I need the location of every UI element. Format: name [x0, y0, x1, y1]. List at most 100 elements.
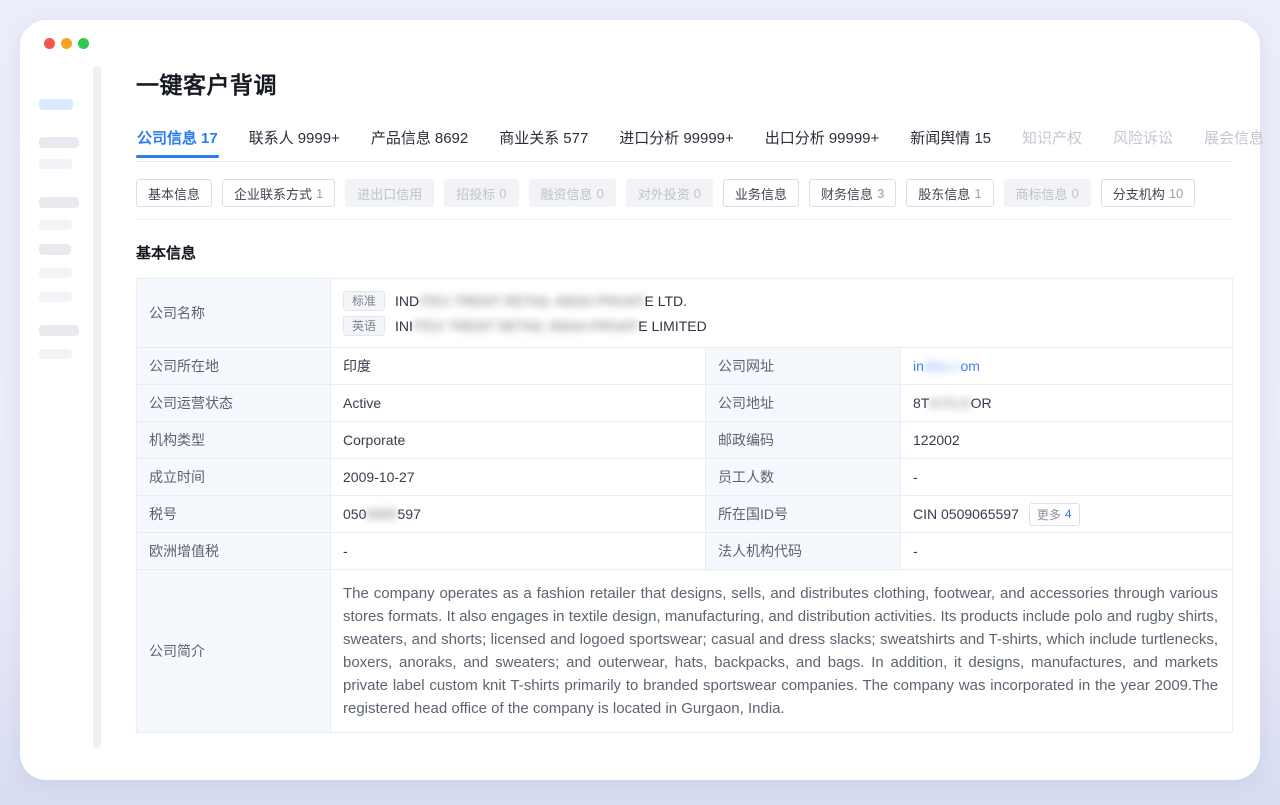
- redacted-text: diax.c: [924, 358, 961, 374]
- company-name-text: INDITEX TRENT RETAIL INDIA PRIVATE LTD.: [395, 293, 687, 309]
- sidebar-item-placeholder: [39, 268, 72, 278]
- sidebar-item-placeholder: [39, 349, 72, 359]
- table-row: 公司运营状态 Active 公司地址 8TH FLOOR: [137, 385, 1233, 422]
- main-content: 一键客户背调 公司信息17 联系人9999+ 产品信息8692 商业关系577 …: [136, 20, 1232, 733]
- tab-label: 出口分析: [765, 130, 825, 147]
- tab-count: 577: [563, 130, 588, 147]
- tab-exhibition-info: 展会信息: [1203, 127, 1265, 161]
- chip-label: 股东信息: [918, 184, 970, 203]
- chip-label: 基本信息: [148, 184, 200, 203]
- tab-label: 风险诉讼: [1113, 130, 1173, 147]
- chip-count: 0: [597, 186, 604, 201]
- chip-label: 进出口信用: [357, 184, 422, 203]
- sidebar-divider: [93, 66, 101, 748]
- tab-contacts[interactable]: 联系人9999+: [248, 127, 341, 161]
- value-founded-date: 2009-10-27: [331, 459, 706, 496]
- value-lei-code: -: [901, 533, 1233, 570]
- company-name-english: 英语 INIITEX TRENT RETAIL INDIA PRIVATE LI…: [343, 313, 1220, 338]
- chip-label: 商标信息: [1016, 184, 1068, 203]
- row-label-operating-status: 公司运营状态: [137, 385, 331, 422]
- tab-count: 99999+: [683, 130, 733, 147]
- table-row: 税号 0509065597 所在国ID号 CIN 0509065597更多4: [137, 496, 1233, 533]
- table-row: 欧洲增值税 - 法人机构代码 -: [137, 533, 1233, 570]
- row-label-employee-count: 员工人数: [706, 459, 901, 496]
- chip-label: 对外投资: [638, 184, 690, 203]
- value-eu-vat: -: [331, 533, 706, 570]
- chip-label: 招投标: [456, 184, 495, 203]
- row-label-lei-code: 法人机构代码: [706, 533, 901, 570]
- main-tabs: 公司信息17 联系人9999+ 产品信息8692 商业关系577 进口分析999…: [136, 127, 1232, 162]
- website-link[interactable]: indiax.com: [913, 358, 980, 374]
- chip-label: 企业联系方式: [234, 184, 312, 203]
- tab-count: 8692: [435, 130, 468, 147]
- company-name-text: INIITEX TRENT RETAIL INDIA PRIVATE LIMIT…: [395, 318, 707, 334]
- chip-financial-info[interactable]: 财务信息 3: [809, 179, 896, 207]
- tab-intellectual-property: 知识产权: [1021, 127, 1083, 161]
- chip-label: 业务信息: [735, 184, 787, 203]
- value-postal-code: 122002: [901, 422, 1233, 459]
- chip-trademark-info: 商标信息 0: [1004, 179, 1091, 207]
- chip-count: 0: [1072, 186, 1079, 201]
- chip-import-export-credit: 进出口信用: [345, 179, 434, 207]
- app-window: 一键客户背调 公司信息17 联系人9999+ 产品信息8692 商业关系577 …: [20, 20, 1260, 780]
- tab-business-relations[interactable]: 商业关系577: [498, 127, 589, 161]
- sidebar-item-placeholder: [39, 244, 71, 255]
- sidebar-item-placeholder: [39, 220, 72, 230]
- redacted-text: ITEX TRENT RETAIL INDIA PRIVAT: [413, 318, 638, 334]
- chip-label: 财务信息: [821, 184, 873, 203]
- section-title-basic-info: 基本信息: [136, 242, 1232, 263]
- name-type-tag: 英语: [343, 316, 385, 336]
- tab-product-info[interactable]: 产品信息8692: [370, 127, 469, 161]
- value-address: 8TH FLOOR: [901, 385, 1233, 422]
- chip-count: 1: [316, 186, 323, 201]
- tab-label: 进口分析: [619, 130, 679, 147]
- tab-count: 99999+: [829, 130, 879, 147]
- more-button[interactable]: 更多4: [1029, 503, 1080, 526]
- tab-label: 商业关系: [499, 130, 559, 147]
- chip-financing-info: 融资信息0: [529, 179, 616, 207]
- tab-count: 9999+: [298, 130, 340, 147]
- sidebar-item-placeholder: [39, 292, 72, 302]
- chip-basic-info[interactable]: 基本信息: [136, 179, 212, 207]
- row-label-website: 公司网址: [706, 348, 901, 385]
- value-country-id: CIN 0509065597更多4: [901, 496, 1233, 533]
- page-title: 一键客户背调: [136, 70, 1232, 100]
- chip-bidding: 招投标0: [444, 179, 518, 207]
- tab-export-analysis[interactable]: 出口分析99999+: [764, 127, 881, 161]
- tab-label: 新闻舆情: [910, 130, 970, 147]
- tab-label: 产品信息: [371, 130, 431, 147]
- chip-contact-methods[interactable]: 企业联系方式 1: [222, 179, 335, 207]
- table-row: 公司所在地 印度 公司网址 indiax.com: [137, 348, 1233, 385]
- redacted-text: 9065: [366, 506, 397, 522]
- value-org-type: Corporate: [331, 422, 706, 459]
- sidebar-item-placeholder: [39, 197, 79, 208]
- table-row: 公司名称 标准 INDITEX TRENT RETAIL INDIA PRIVA…: [137, 279, 1233, 348]
- tab-label: 公司信息: [137, 130, 197, 147]
- tab-company-info[interactable]: 公司信息17: [136, 127, 219, 161]
- sidebar-item-placeholder: [39, 159, 72, 169]
- table-row: 机构类型 Corporate 邮政编码 122002: [137, 422, 1233, 459]
- chip-count: 10: [1169, 186, 1183, 201]
- sidebar-active-item-placeholder: [39, 99, 73, 110]
- row-label-founded-date: 成立时间: [137, 459, 331, 496]
- value-website: indiax.com: [901, 348, 1233, 385]
- company-name-cell: 标准 INDITEX TRENT RETAIL INDIA PRIVATE LT…: [331, 279, 1233, 348]
- row-label-company-name: 公司名称: [137, 279, 331, 348]
- chip-shareholder-info[interactable]: 股东信息 1: [906, 179, 993, 207]
- chip-count: 1: [974, 186, 981, 201]
- tab-import-analysis[interactable]: 进口分析99999+: [618, 127, 735, 161]
- tab-news-sentiment[interactable]: 新闻舆情15: [909, 127, 992, 161]
- chip-branches[interactable]: 分支机构10: [1101, 179, 1195, 207]
- value-operating-status: Active: [331, 385, 706, 422]
- row-label-location: 公司所在地: [137, 348, 331, 385]
- chip-count: 3: [877, 186, 884, 201]
- company-name-standard: 标准 INDITEX TRENT RETAIL INDIA PRIVATE LT…: [343, 288, 1220, 313]
- company-intro-text: The company operates as a fashion retail…: [343, 582, 1218, 720]
- chip-business-info[interactable]: 业务信息: [723, 179, 799, 207]
- tab-label: 知识产权: [1022, 130, 1082, 147]
- row-label-company-intro: 公司简介: [137, 570, 331, 733]
- sidebar-item-placeholder: [39, 137, 79, 148]
- sidebar-item-placeholder: [39, 325, 79, 336]
- name-type-tag: 标准: [343, 291, 385, 311]
- value-tax-id: 0509065597: [331, 496, 706, 533]
